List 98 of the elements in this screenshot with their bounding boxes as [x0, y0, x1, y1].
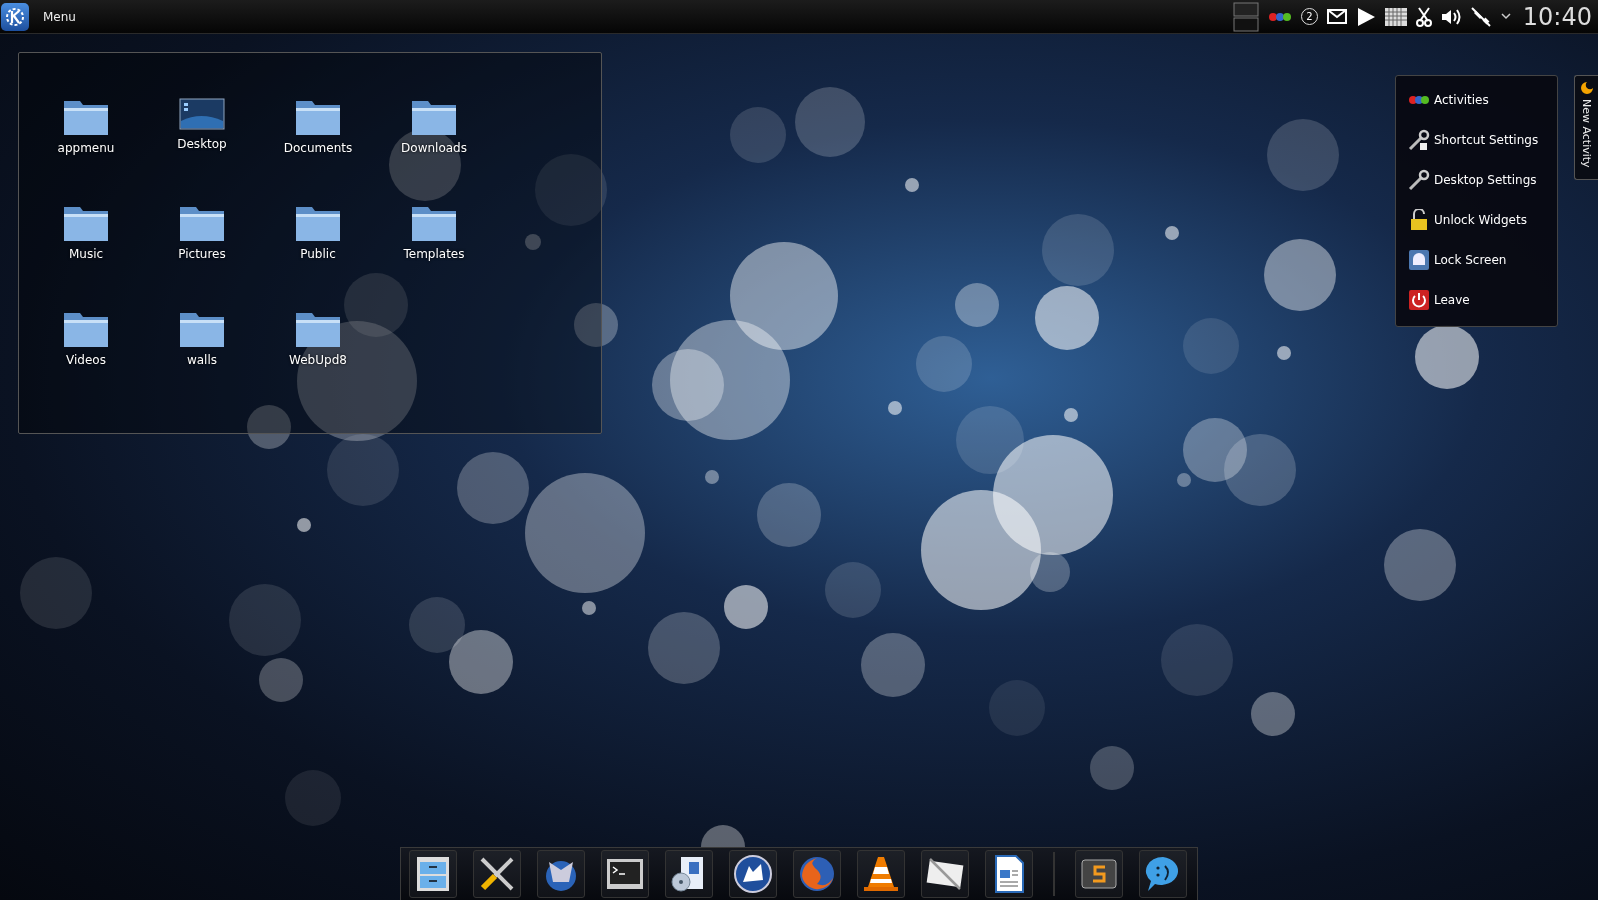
launcher-button[interactable] [409, 850, 457, 898]
bokeh-circle [449, 630, 513, 694]
plug-icon[interactable] [1469, 5, 1492, 28]
item-label: Desktop [177, 137, 227, 151]
bokeh-circle [1090, 746, 1134, 790]
bokeh-circle [20, 557, 92, 629]
bokeh-circle [1277, 346, 1291, 360]
menu-button[interactable]: Menu [39, 9, 80, 24]
launcher-button[interactable] [473, 850, 521, 898]
moon-icon [1579, 81, 1594, 95]
launcher-button[interactable] [985, 850, 1033, 898]
bokeh-circle [229, 584, 301, 656]
bokeh-circle [730, 107, 786, 163]
bokeh-circle [409, 597, 465, 653]
item-label: Videos [66, 353, 106, 367]
bokeh-circle [1161, 624, 1233, 696]
bokeh-circle [1064, 408, 1078, 422]
bokeh-circle [582, 601, 596, 615]
bokeh-circle [888, 401, 902, 415]
bokeh-circle [989, 680, 1045, 736]
traffic-cone-icon [861, 854, 901, 894]
mail-icon[interactable] [1326, 9, 1347, 24]
gear-k-icon [5, 6, 25, 27]
item-label: Downloads [401, 141, 467, 155]
bokeh-circle [905, 178, 919, 192]
item-label: walls [186, 353, 218, 367]
task-button[interactable] [1139, 850, 1187, 898]
bokeh-circle [724, 585, 768, 629]
desktop-item[interactable]: Downloads [376, 97, 492, 155]
launcher-button[interactable] [921, 850, 969, 898]
menu-item[interactable]: Unlock Widgets [1408, 200, 1557, 240]
item-label: WebUpd8 [289, 353, 347, 367]
tab-label: New Activity [1580, 99, 1593, 168]
menu-item[interactable]: Activities [1408, 80, 1557, 120]
bokeh-circle [861, 633, 925, 697]
bokeh-circle [1042, 214, 1114, 286]
item-label: Public [300, 247, 336, 261]
screen-icon [178, 97, 226, 133]
menu-item[interactable]: Lock Screen [1408, 240, 1557, 280]
desktop-item[interactable]: Desktop [144, 97, 260, 151]
bokeh-circle [1415, 325, 1479, 389]
item-label: Documents [283, 141, 353, 155]
launcher-button[interactable] [729, 850, 777, 898]
bokeh-circle [297, 518, 311, 532]
bokeh-circle [1267, 119, 1339, 191]
globe-icon [797, 854, 837, 894]
bokeh-circle [648, 612, 720, 684]
desktop-item[interactable]: WebUpd8 [260, 309, 376, 367]
item-label: Pictures [178, 247, 226, 261]
desktop-item[interactable]: Videos [28, 309, 144, 367]
bokeh-circle [795, 87, 865, 157]
wrench-icon [1408, 129, 1430, 151]
caret-icon[interactable] [1500, 13, 1511, 20]
activities-icon [1408, 95, 1430, 105]
bokeh-circle [1183, 318, 1239, 374]
clock: 10:40 [1522, 2, 1592, 31]
launcher-button[interactable] [601, 850, 649, 898]
item-label: Music [68, 247, 104, 261]
new-activity-tab[interactable]: New Activity [1574, 75, 1598, 180]
bokeh-circle [916, 336, 972, 392]
desktop-item[interactable]: walls [144, 309, 260, 367]
desktop-item[interactable]: Music [28, 203, 144, 261]
task-button[interactable] [1075, 850, 1123, 898]
desktop-item[interactable]: appmenu [28, 97, 144, 155]
bokeh-circle [1224, 434, 1296, 506]
power-icon [1408, 290, 1430, 310]
padlock-icon [1408, 209, 1430, 231]
keyboard-icon[interactable] [1384, 7, 1407, 26]
bokeh-circle [1251, 692, 1295, 736]
desktop-item[interactable]: Public [260, 203, 376, 261]
desktop-item[interactable]: Pictures [144, 203, 260, 261]
play-icon[interactable] [1355, 6, 1376, 27]
item-label: appmenu [57, 141, 115, 155]
bokeh-circle [259, 658, 303, 702]
activities-icon[interactable] [1267, 11, 1292, 22]
wrench-icon [1408, 169, 1430, 191]
desktop-item[interactable]: Templates [376, 203, 492, 261]
bokeh-circle [705, 470, 719, 484]
launcher-button[interactable] [857, 850, 905, 898]
launcher-button[interactable] [1, 2, 29, 31]
lock-screen-icon [1408, 250, 1430, 270]
menu-item[interactable]: Desktop Settings [1408, 160, 1557, 200]
bokeh-circle [757, 483, 821, 547]
bokeh-circle [825, 562, 881, 618]
launcher-button[interactable] [665, 850, 713, 898]
speaker-icon[interactable] [1440, 8, 1461, 25]
bokeh-circle [955, 283, 999, 327]
launcher-button[interactable] [537, 850, 585, 898]
item-label: Templates [403, 247, 465, 261]
desktop-item[interactable]: Documents [260, 97, 376, 155]
menu-item[interactable]: Shortcut Settings [1408, 120, 1557, 160]
menu-item[interactable]: Leave [1408, 280, 1557, 320]
bokeh-circle [1165, 226, 1179, 240]
bokeh-circle [1264, 239, 1336, 311]
bokeh-circle [1035, 286, 1099, 350]
bokeh-circle [1384, 529, 1456, 601]
scissors-icon[interactable] [1415, 6, 1432, 27]
globe-icon [733, 854, 773, 894]
